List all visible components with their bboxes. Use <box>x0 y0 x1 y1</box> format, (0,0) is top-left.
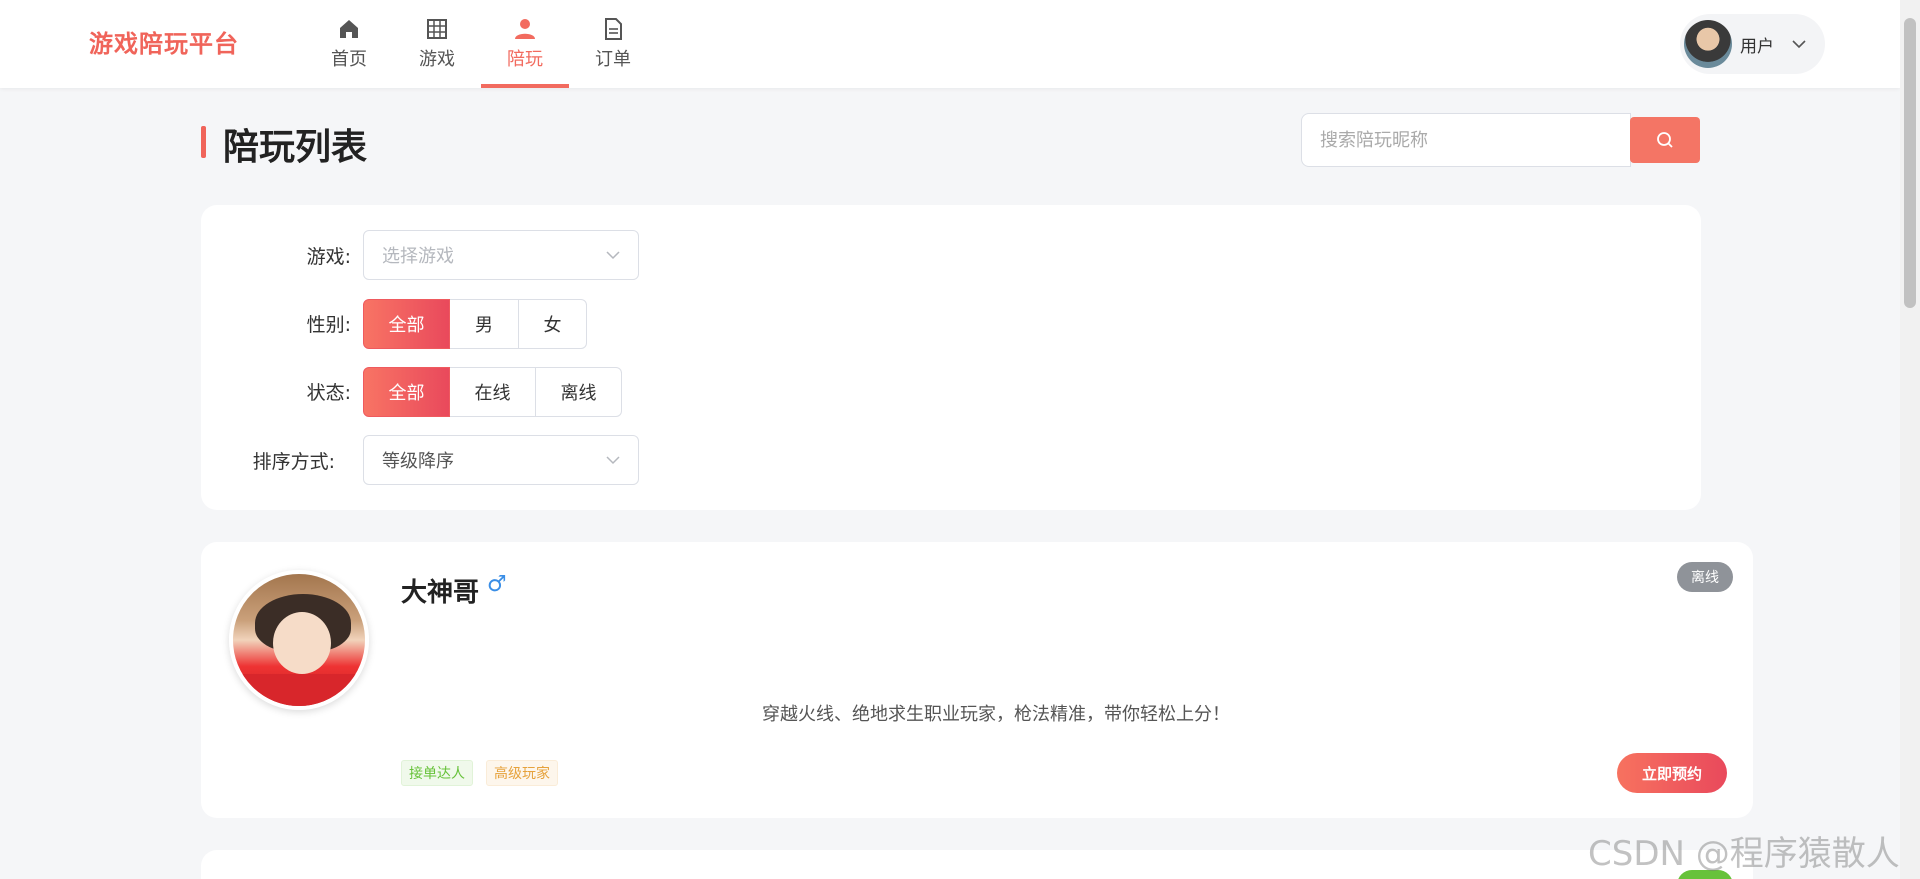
top-header: 游戏陪玩平台 首页 游戏 陪玩 订单 用户 <box>0 0 1900 88</box>
page-title: 陪玩列表 <box>201 118 367 170</box>
search-button[interactable] <box>1630 117 1700 163</box>
game-filter-label: 游戏: <box>306 246 351 268</box>
player-tag: 高级玩家 <box>486 760 558 786</box>
player-card[interactable]: 大神哥 ♂ 离线 穿越火线、绝地求生职业玩家，枪法精准，带你轻松上分！ 接单达人… <box>201 542 1753 818</box>
status-filter: 全部 在线 离线 <box>363 367 622 417</box>
nav-companions-label: 陪玩 <box>507 49 543 70</box>
status-option-offline[interactable]: 离线 <box>536 367 622 417</box>
chevron-down-icon <box>606 251 620 260</box>
site-logo[interactable]: 游戏陪玩平台 <box>89 24 239 59</box>
player-card[interactable] <box>201 850 1753 879</box>
gender-option-male[interactable]: 男 <box>450 299 519 349</box>
sort-filter-label: 排序方式: <box>252 451 335 473</box>
status-badge: 离线 <box>1677 562 1733 592</box>
chevron-down-icon <box>606 456 620 465</box>
sort-select[interactable]: 等级降序 <box>363 435 639 485</box>
gender-option-female[interactable]: 女 <box>519 299 587 349</box>
search-input[interactable] <box>1301 113 1631 167</box>
player-tag: 接单达人 <box>401 760 473 786</box>
nav-home[interactable]: 首页 <box>305 0 393 88</box>
player-avatar <box>229 570 369 710</box>
player-name: 大神哥 <box>401 578 480 608</box>
gender-filter: 全部 男 女 <box>363 299 587 349</box>
main-nav: 首页 游戏 陪玩 订单 <box>305 0 657 88</box>
grid-icon <box>427 19 447 39</box>
game-select-placeholder: 选择游戏 <box>382 246 454 267</box>
filter-panel: 游戏: 选择游戏 性别: 全部 男 女 状态: 全部 在线 离线 排序方式: 等… <box>201 205 1701 510</box>
chevron-down-icon <box>1792 40 1806 49</box>
watermark: CSDN @程序猿散人 <box>1588 834 1900 874</box>
user-menu[interactable]: 用户 <box>1680 14 1825 74</box>
nav-orders-label: 订单 <box>595 49 631 70</box>
game-select[interactable]: 选择游戏 <box>363 230 639 280</box>
gender-filter-label: 性别: <box>306 314 351 336</box>
scrollbar-thumb[interactable] <box>1904 18 1916 308</box>
nav-orders[interactable]: 订单 <box>569 0 657 88</box>
nav-games-label: 游戏 <box>419 49 455 70</box>
nav-home-label: 首页 <box>331 49 367 70</box>
search-icon <box>1657 132 1673 148</box>
home-icon <box>340 20 358 38</box>
status-filter-label: 状态: <box>306 382 351 404</box>
book-now-button[interactable]: 立即预约 <box>1617 753 1727 793</box>
user-name: 用户 <box>1740 36 1774 57</box>
avatar <box>1684 20 1732 68</box>
page-scrollbar[interactable] <box>1900 0 1920 879</box>
person-icon <box>515 19 535 39</box>
male-icon: ♂ <box>487 572 507 597</box>
gender-option-all[interactable]: 全部 <box>363 299 450 349</box>
sort-select-value: 等级降序 <box>382 451 454 472</box>
player-description: 穿越火线、绝地求生职业玩家，枪法精准，带你轻松上分！ <box>762 704 1230 725</box>
nav-games[interactable]: 游戏 <box>393 0 481 88</box>
document-icon <box>605 18 622 40</box>
nav-companions[interactable]: 陪玩 <box>481 0 569 88</box>
status-option-online[interactable]: 在线 <box>450 367 536 417</box>
status-option-all[interactable]: 全部 <box>363 367 450 417</box>
